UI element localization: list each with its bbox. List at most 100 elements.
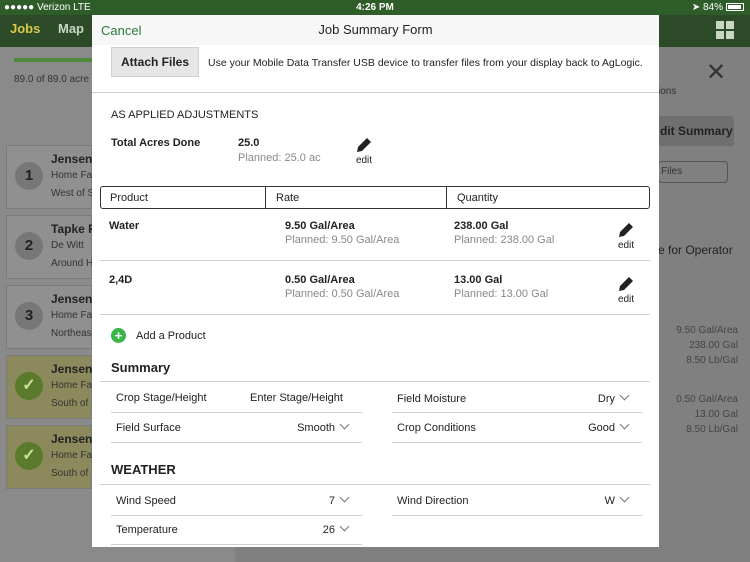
column-header-quantity: Quantity (457, 192, 498, 204)
field-surface-label: Field Surface (116, 422, 181, 434)
acres-progress-text: 89.0 of 89.0 acre (14, 74, 90, 85)
edit-product-button[interactable]: edit (613, 220, 639, 251)
wind-speed-select[interactable]: 7 (262, 492, 350, 507)
crop-stage-input[interactable]: Enter Stage/Height (250, 392, 345, 404)
field-surface-select[interactable]: Smooth (262, 419, 350, 434)
product-quantity: 238.00 Gal (454, 220, 509, 232)
divider (392, 442, 642, 443)
product-rate: 9.50 Gal/Area (285, 220, 355, 232)
weather-heading: WEATHER (111, 462, 176, 477)
wind-direction-select[interactable]: W (542, 492, 630, 507)
tab-map[interactable]: Map (58, 21, 84, 36)
divider (100, 484, 650, 485)
job-name: Jensen (51, 432, 93, 446)
job-card[interactable]: ✓ Jensen Home Fa South of (6, 355, 92, 419)
edit-product-button[interactable]: edit (613, 274, 639, 305)
job-farm: Home Fa (51, 380, 93, 391)
product-name: Water (109, 220, 140, 232)
edit-acres-button[interactable]: edit (351, 135, 377, 166)
job-name: Jensen (51, 152, 93, 166)
status-bar: ●●●●● Verizon LTE 4:26 PM ➤ 84% (0, 0, 750, 15)
files-button[interactable]: Files (658, 161, 728, 183)
clock: 4:26 PM (356, 2, 394, 13)
divider (100, 260, 650, 261)
bg-qty-value: 13.00 Gal (694, 409, 738, 420)
bg-density-value: 8.50 Lb/Gal (686, 355, 738, 366)
divider (92, 92, 659, 93)
job-name: Tapke F (51, 222, 96, 236)
field-moisture-label: Field Moisture (397, 393, 467, 405)
total-acres-value: 25.0 (238, 137, 260, 149)
chevron-down-icon (339, 419, 350, 430)
job-card[interactable]: 1 Jensen Home Fa West of S (6, 145, 94, 209)
product-quantity: 13.00 Gal (454, 274, 503, 286)
pencil-icon (357, 136, 373, 152)
job-summary-modal: Cancel Job Summary Form Attach Files Use… (92, 15, 659, 547)
edit-summary-button[interactable]: dit Summary (658, 116, 734, 146)
add-product-link[interactable]: Add a Product (136, 330, 206, 342)
job-location: Around H (51, 258, 94, 269)
job-card[interactable]: ✓ Jensen Home Fa South of (6, 425, 92, 489)
chevron-down-icon (619, 390, 630, 401)
chevron-down-icon (619, 419, 630, 430)
wind-direction-label: Wind Direction (397, 495, 469, 507)
job-number-badge: 3 (15, 302, 43, 330)
product-rate-planned: Planned: 0.50 Gal/Area (285, 288, 400, 300)
bg-qty-value: 238.00 Gal (689, 340, 738, 351)
bg-rate-value: 9.50 Gal/Area (676, 325, 738, 336)
divider (111, 515, 362, 516)
product-quantity-planned: Planned: 13.00 Gal (454, 288, 549, 300)
column-divider (265, 187, 266, 208)
crop-conditions-select[interactable]: Good (542, 419, 630, 434)
actions-label: ions (658, 86, 677, 97)
divider (392, 515, 642, 516)
job-card[interactable]: 2 Tapke F De Witt Around H (6, 215, 96, 279)
battery-status: ➤ 84% (692, 2, 744, 13)
job-farm: Home Fa (51, 450, 93, 461)
job-location: South of (51, 468, 89, 479)
attach-files-button[interactable]: Attach Files (111, 47, 199, 77)
divider (392, 412, 642, 413)
divider (111, 442, 362, 443)
attach-files-description: Use your Mobile Data Transfer USB device… (208, 57, 643, 69)
operator-text: e for Operator (658, 243, 733, 257)
bg-density-value: 8.50 Lb/Gal (686, 424, 738, 435)
divider (111, 412, 362, 413)
field-moisture-select[interactable]: Dry (542, 390, 630, 405)
product-rate: 0.50 Gal/Area (285, 274, 355, 286)
as-applied-heading: AS APPLIED ADJUSTMENTS (111, 109, 259, 121)
modal-header: Cancel Job Summary Form (92, 15, 659, 45)
add-icon[interactable]: + (111, 328, 126, 343)
summary-heading: Summary (111, 360, 171, 375)
temperature-select[interactable]: 26 (262, 521, 350, 536)
chevron-down-icon (339, 492, 350, 503)
total-acres-label: Total Acres Done (111, 137, 201, 149)
job-number-badge: 2 (15, 232, 43, 260)
divider (100, 381, 650, 382)
crop-conditions-label: Crop Conditions (397, 422, 476, 434)
column-divider (446, 187, 447, 208)
modal-title: Job Summary Form (318, 22, 433, 37)
job-number-badge: 1 (15, 162, 43, 190)
wind-speed-label: Wind Speed (116, 495, 176, 507)
close-icon[interactable]: ✕ (706, 58, 726, 87)
job-location: South of (51, 398, 89, 409)
pencil-icon (619, 275, 635, 291)
products-table-header: Product Rate Quantity (100, 186, 650, 209)
battery-icon (726, 3, 744, 11)
temperature-label: Temperature (116, 524, 178, 536)
job-name: Jensen (51, 292, 93, 306)
acres-progress-bar (14, 58, 92, 62)
job-farm: Home Fa (51, 310, 93, 321)
column-header-rate: Rate (276, 192, 300, 204)
product-quantity-planned: Planned: 238.00 Gal (454, 234, 555, 246)
job-name: Jensen (51, 362, 93, 376)
pencil-icon (619, 221, 635, 237)
job-card[interactable]: 3 Jensen Home Fa Northeas (6, 285, 92, 349)
chevron-down-icon (339, 521, 350, 532)
job-farm: De Witt (51, 240, 84, 251)
job-location: Northeas (51, 328, 92, 339)
tab-jobs[interactable]: Jobs (10, 21, 40, 36)
checkmark-icon: ✓ (15, 372, 43, 400)
grid-menu-icon[interactable] (716, 21, 734, 39)
